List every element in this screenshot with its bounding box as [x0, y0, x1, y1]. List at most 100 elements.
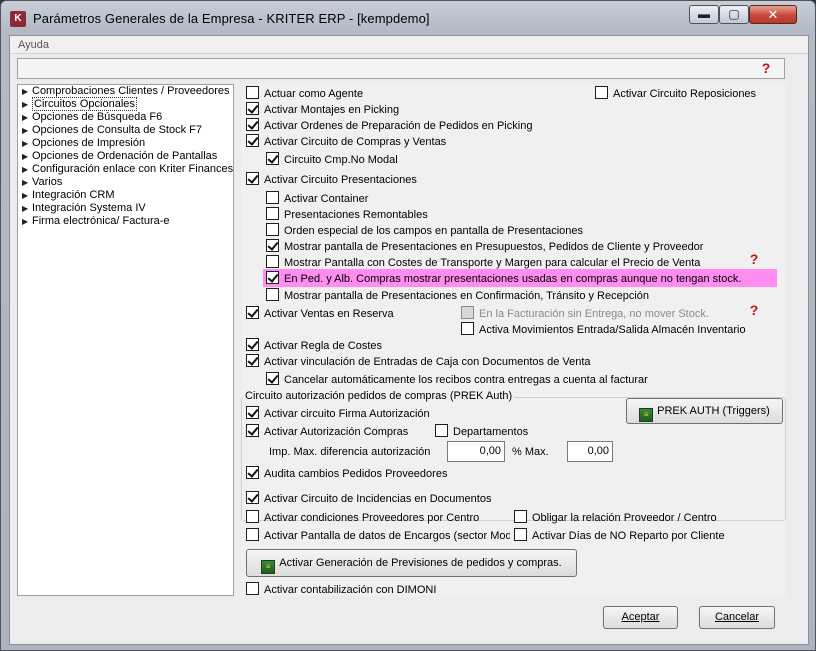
- prek-group-title: Circuito autorización pedidos de compras…: [243, 390, 515, 402]
- checkbox[interactable]: [266, 152, 279, 165]
- tree-item[interactable]: ▶ Opciones de Ordenación de Pantallas: [22, 150, 217, 163]
- tree-item[interactable]: ▶ Integración Systema IV: [22, 202, 146, 215]
- help-icon[interactable]: ?: [759, 61, 773, 75]
- checkbox[interactable]: [246, 338, 259, 351]
- menu-bar: Ayuda: [10, 36, 808, 54]
- option-autorizacion-compras[interactable]: Activar Autorización Compras: [246, 424, 408, 439]
- tree-item[interactable]: ▶ Opciones de Impresión: [22, 137, 145, 150]
- option-dias-no-reparto[interactable]: Activar Días de NO Reparto por Cliente: [514, 528, 725, 543]
- option-departamentos[interactable]: Departamentos: [435, 424, 528, 439]
- checkbox[interactable]: [246, 491, 259, 504]
- checkbox[interactable]: [246, 172, 259, 185]
- checkbox[interactable]: [266, 255, 279, 268]
- checkbox[interactable]: [461, 306, 474, 319]
- options-panel: Actuar como Agente Activar Circuito Repo…: [241, 84, 786, 596]
- option-incidencias[interactable]: Activar Circuito de Incidencias en Docum…: [246, 491, 491, 506]
- maximize-button[interactable]: ▢: [719, 5, 749, 24]
- minimize-button[interactable]: ▬: [689, 5, 719, 24]
- checkbox[interactable]: [246, 424, 259, 437]
- expand-arrow-icon[interactable]: ▶: [22, 124, 32, 137]
- option-audita-cambios[interactable]: Audita cambios Pedidos Proveedores: [246, 466, 447, 481]
- checkbox[interactable]: [246, 118, 259, 131]
- help-icon[interactable]: ?: [747, 252, 761, 266]
- tree-item[interactable]: ▶ Varios: [22, 176, 62, 189]
- option-mostrar-confirmacion[interactable]: Mostrar pantalla de Presentaciones en Co…: [266, 288, 649, 303]
- expand-arrow-icon[interactable]: ▶: [22, 163, 32, 176]
- checkbox[interactable]: [514, 510, 527, 523]
- option-dimoni[interactable]: Activar contabilización con DIMONI: [246, 582, 436, 597]
- option-regla-costes[interactable]: Activar Regla de Costes: [246, 338, 382, 353]
- checkbox[interactable]: [266, 223, 279, 236]
- expand-arrow-icon[interactable]: ▶: [22, 137, 32, 150]
- expand-arrow-icon[interactable]: ▶: [22, 189, 32, 202]
- help-icon[interactable]: ?: [747, 303, 761, 317]
- menu-ayuda[interactable]: Ayuda: [18, 39, 49, 51]
- option-mostrar-costes[interactable]: Mostrar Pantalla con Costes de Transport…: [266, 255, 700, 270]
- checkbox[interactable]: [461, 322, 474, 335]
- expand-arrow-icon[interactable]: ▶: [22, 215, 32, 228]
- checkbox[interactable]: [435, 424, 448, 437]
- option-presentaciones-remontables[interactable]: Presentaciones Remontables: [266, 207, 428, 222]
- parametros-window: K Parámetros Generales de la Empresa - K…: [0, 0, 816, 651]
- checkbox[interactable]: [246, 466, 259, 479]
- checkbox[interactable]: [246, 306, 259, 319]
- close-button[interactable]: ✕: [749, 5, 797, 24]
- checkbox[interactable]: [266, 191, 279, 204]
- option-obligar-relacion[interactable]: Obligar la relación Proveedor / Centro: [514, 510, 717, 525]
- checkbox[interactable]: [246, 134, 259, 147]
- checkbox[interactable]: [246, 528, 259, 541]
- option-circuito-reposiciones[interactable]: Activar Circuito Reposiciones: [595, 86, 756, 101]
- option-orden-especial[interactable]: Orden especial de los campos en pantalla…: [266, 223, 583, 238]
- checkbox[interactable]: [246, 354, 259, 367]
- expand-arrow-icon[interactable]: ▶: [22, 150, 32, 163]
- cancelar-button[interactable]: Cancelar: [699, 606, 775, 629]
- option-actuar-agente[interactable]: Actuar como Agente: [246, 86, 363, 101]
- checkbox[interactable]: [246, 510, 259, 523]
- option-firma-autorizacion[interactable]: Activar circuito Firma Autorización: [246, 406, 430, 421]
- checkbox[interactable]: [266, 372, 279, 385]
- checkbox[interactable]: [266, 239, 279, 252]
- expand-arrow-icon[interactable]: ▶: [22, 176, 32, 189]
- expand-arrow-icon[interactable]: ▶: [22, 111, 32, 124]
- imp-max-input[interactable]: 0,00: [447, 441, 505, 462]
- option-ordenes-picking[interactable]: Activar Ordenes de Preparación de Pedido…: [246, 118, 532, 133]
- database-icon: ≡: [261, 560, 276, 574]
- checkbox[interactable]: [246, 86, 259, 99]
- checkbox[interactable]: [246, 102, 259, 115]
- option-vinculacion-caja[interactable]: Activar vinculación de Entradas de Caja …: [246, 354, 591, 369]
- expand-arrow-icon[interactable]: ▶: [22, 98, 32, 111]
- checkbox[interactable]: [514, 528, 527, 541]
- option-ventas-reserva[interactable]: Activar Ventas en Reserva: [246, 306, 394, 321]
- option-movimientos-almacen[interactable]: Activa Movimientos Entrada/Salida Almacé…: [461, 322, 746, 337]
- tree-item[interactable]: ▶ Circuitos Opcionales: [22, 97, 137, 111]
- checkbox[interactable]: [246, 406, 259, 419]
- checkbox[interactable]: [595, 86, 608, 99]
- checkbox[interactable]: [266, 271, 279, 284]
- tree-item[interactable]: ▶ Integración CRM: [22, 189, 115, 202]
- tree-item[interactable]: ▶ Firma electrónica/ Factura-e: [22, 215, 170, 228]
- prek-auth-button[interactable]: ≡ PREK AUTH (Triggers): [626, 398, 783, 424]
- aceptar-button[interactable]: Aceptar: [603, 606, 678, 629]
- checkbox[interactable]: [266, 288, 279, 301]
- option-circuito-cmp-no-modal[interactable]: Circuito Cmp.No Modal: [266, 152, 398, 167]
- option-activar-container[interactable]: Activar Container: [266, 191, 368, 206]
- pct-max-input[interactable]: 0,00: [567, 441, 613, 462]
- option-montajes-picking[interactable]: Activar Montajes en Picking: [246, 102, 399, 117]
- tree-item[interactable]: ▶ Configuración enlace con Kriter Finance…: [22, 163, 233, 176]
- option-pantalla-encargos[interactable]: Activar Pantalla de datos de Encargos (s…: [246, 528, 510, 543]
- option-cancelar-recibos[interactable]: Cancelar automáticamente los recibos con…: [266, 372, 648, 387]
- option-circuito-compras-ventas[interactable]: Activar Circuito de Compras y Ventas: [246, 134, 446, 149]
- expand-arrow-icon[interactable]: ▶: [22, 202, 32, 215]
- title-bar[interactable]: K Parámetros Generales de la Empresa - K…: [1, 1, 815, 35]
- checkbox[interactable]: [246, 582, 259, 595]
- option-facturacion-sin-entrega[interactable]: En la Facturación sin Entrega, no mover …: [461, 306, 709, 321]
- option-circuito-presentaciones[interactable]: Activar Circuito Presentaciones: [246, 172, 417, 187]
- tree-item[interactable]: ▶ Opciones de Consulta de Stock F7: [22, 124, 202, 137]
- tree-item[interactable]: ▶ Opciones de Búsqueda F6: [22, 111, 162, 124]
- option-condiciones-proveedores[interactable]: Activar condiciones Proveedores por Cent…: [246, 510, 479, 525]
- option-en-ped-alb[interactable]: En Ped. y Alb. Compras mostrar presentac…: [266, 271, 741, 286]
- option-mostrar-presupuestos[interactable]: Mostrar pantalla de Presentaciones en Pr…: [266, 239, 703, 254]
- expand-arrow-icon[interactable]: ▶: [22, 85, 32, 98]
- checkbox[interactable]: [266, 207, 279, 220]
- previsiones-button[interactable]: ≡ Activar Generación de Previsiones de pe…: [246, 549, 577, 577]
